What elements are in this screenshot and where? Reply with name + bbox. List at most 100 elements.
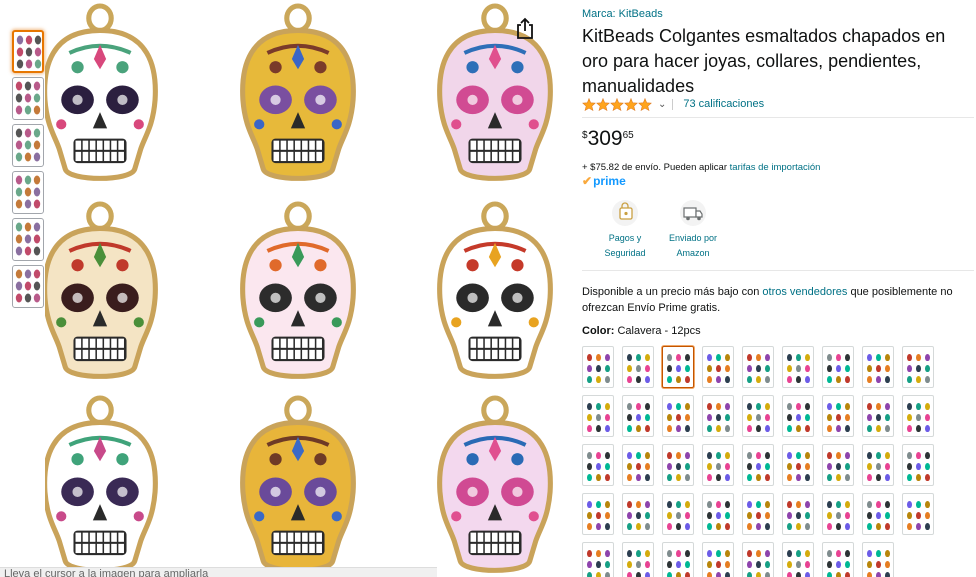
- color-swatch[interactable]: [582, 493, 614, 535]
- swatch-dot: [907, 414, 912, 421]
- color-swatch[interactable]: [902, 444, 934, 486]
- color-swatch[interactable]: [662, 493, 694, 535]
- color-swatch[interactable]: [702, 542, 734, 577]
- swatch-dot: [676, 414, 681, 421]
- thumbnail[interactable]: [12, 218, 44, 261]
- color-swatch[interactable]: [782, 542, 814, 577]
- ratings-count-link[interactable]: 73 calificaciones: [683, 98, 764, 110]
- thumbnail[interactable]: [12, 30, 44, 73]
- color-swatch[interactable]: [582, 444, 614, 486]
- color-swatch[interactable]: [742, 493, 774, 535]
- color-swatch[interactable]: [582, 542, 614, 577]
- color-swatch[interactable]: [782, 346, 814, 388]
- swatch-dot: [605, 523, 610, 530]
- color-swatch[interactable]: [782, 493, 814, 535]
- color-swatch[interactable]: [822, 493, 854, 535]
- star-rating[interactable]: [582, 97, 652, 111]
- color-swatch[interactable]: [862, 444, 894, 486]
- color-swatch[interactable]: [742, 346, 774, 388]
- share-icon[interactable]: [514, 16, 536, 40]
- swatch-dot: [867, 414, 872, 421]
- swatch-dot: [667, 501, 672, 508]
- color-swatch[interactable]: [622, 395, 654, 437]
- thumbnail[interactable]: [12, 171, 44, 214]
- swatch-dot: [787, 523, 792, 530]
- swatch-dot: [916, 463, 921, 470]
- color-swatch[interactable]: [622, 444, 654, 486]
- chevron-down-icon[interactable]: ⌄: [658, 99, 666, 110]
- swatch-dot: [876, 425, 881, 432]
- color-swatch[interactable]: [662, 444, 694, 486]
- swatch-dot: [667, 512, 672, 519]
- swatch-dot: [796, 414, 801, 421]
- other-sellers-link[interactable]: otros vendedores: [762, 286, 847, 298]
- swatch-dot: [676, 561, 681, 568]
- color-swatch[interactable]: [902, 493, 934, 535]
- feature-shipped-by-amazon[interactable]: Enviado por Amazon: [660, 199, 726, 261]
- swatch-dot: [587, 501, 592, 508]
- swatch-dot: [636, 474, 641, 481]
- image-hint-text: Lleva el cursor a la imagen para ampliar…: [4, 568, 209, 577]
- import-fees-link[interactable]: tarifas de importación: [730, 162, 821, 173]
- swatch-dot: [796, 425, 801, 432]
- swatch-dot: [605, 403, 610, 410]
- thumbnail[interactable]: [12, 124, 44, 167]
- swatch-dot: [876, 403, 881, 410]
- swatch-dot: [836, 474, 841, 481]
- color-swatch[interactable]: [822, 444, 854, 486]
- color-swatch[interactable]: [702, 493, 734, 535]
- swatch-dot: [845, 572, 850, 577]
- swatch-dot: [836, 365, 841, 372]
- swatch-dot: [907, 354, 912, 361]
- swatch-dot: [716, 501, 721, 508]
- swatch-dot: [796, 354, 801, 361]
- swatch-dot: [627, 354, 632, 361]
- color-swatch[interactable]: [862, 542, 894, 577]
- thumbnail[interactable]: [12, 265, 44, 308]
- color-swatch[interactable]: [782, 395, 814, 437]
- swatch-dot: [907, 365, 912, 372]
- color-swatch[interactable]: [662, 542, 694, 577]
- color-swatch[interactable]: [822, 346, 854, 388]
- swatch-dot: [925, 365, 930, 372]
- brand-link[interactable]: Marca: KitBeads: [582, 8, 663, 20]
- swatch-dot: [667, 376, 672, 383]
- swatch-dot: [765, 365, 770, 372]
- color-swatch[interactable]: [822, 542, 854, 577]
- color-swatch[interactable]: [742, 542, 774, 577]
- color-swatch[interactable]: [862, 493, 894, 535]
- pendant-image: [437, 201, 553, 379]
- thumbnail[interactable]: [12, 77, 44, 120]
- color-swatch[interactable]: [742, 444, 774, 486]
- swatch-dot: [925, 512, 930, 519]
- swatch-dot: [827, 512, 832, 519]
- swatch-dot: [765, 550, 770, 557]
- swatch-dot: [587, 512, 592, 519]
- color-swatch[interactable]: [902, 395, 934, 437]
- swatch-dot: [885, 572, 890, 577]
- color-swatch[interactable]: [622, 346, 654, 388]
- main-product-image[interactable]: [42, 0, 575, 577]
- color-swatch[interactable]: [702, 395, 734, 437]
- color-swatch[interactable]: [782, 444, 814, 486]
- color-swatch[interactable]: [702, 444, 734, 486]
- color-swatch[interactable]: [582, 395, 614, 437]
- color-swatch[interactable]: [822, 395, 854, 437]
- swatch-dot: [885, 561, 890, 568]
- color-swatch[interactable]: [742, 395, 774, 437]
- color-swatch[interactable]: [622, 542, 654, 577]
- prime-badge: ✔ prime: [582, 174, 626, 188]
- swatch-dot: [876, 365, 881, 372]
- color-swatch[interactable]: [702, 346, 734, 388]
- color-swatch[interactable]: [582, 346, 614, 388]
- color-swatch[interactable]: [662, 346, 694, 388]
- swatch-dot: [685, 414, 690, 421]
- color-swatch[interactable]: [622, 493, 654, 535]
- swatch-dot: [747, 365, 752, 372]
- color-swatch[interactable]: [862, 346, 894, 388]
- color-swatch[interactable]: [862, 395, 894, 437]
- swatch-dot: [636, 512, 641, 519]
- feature-payment-security[interactable]: Pagos y Seguridad: [592, 199, 658, 261]
- color-swatch[interactable]: [662, 395, 694, 437]
- color-swatch[interactable]: [902, 346, 934, 388]
